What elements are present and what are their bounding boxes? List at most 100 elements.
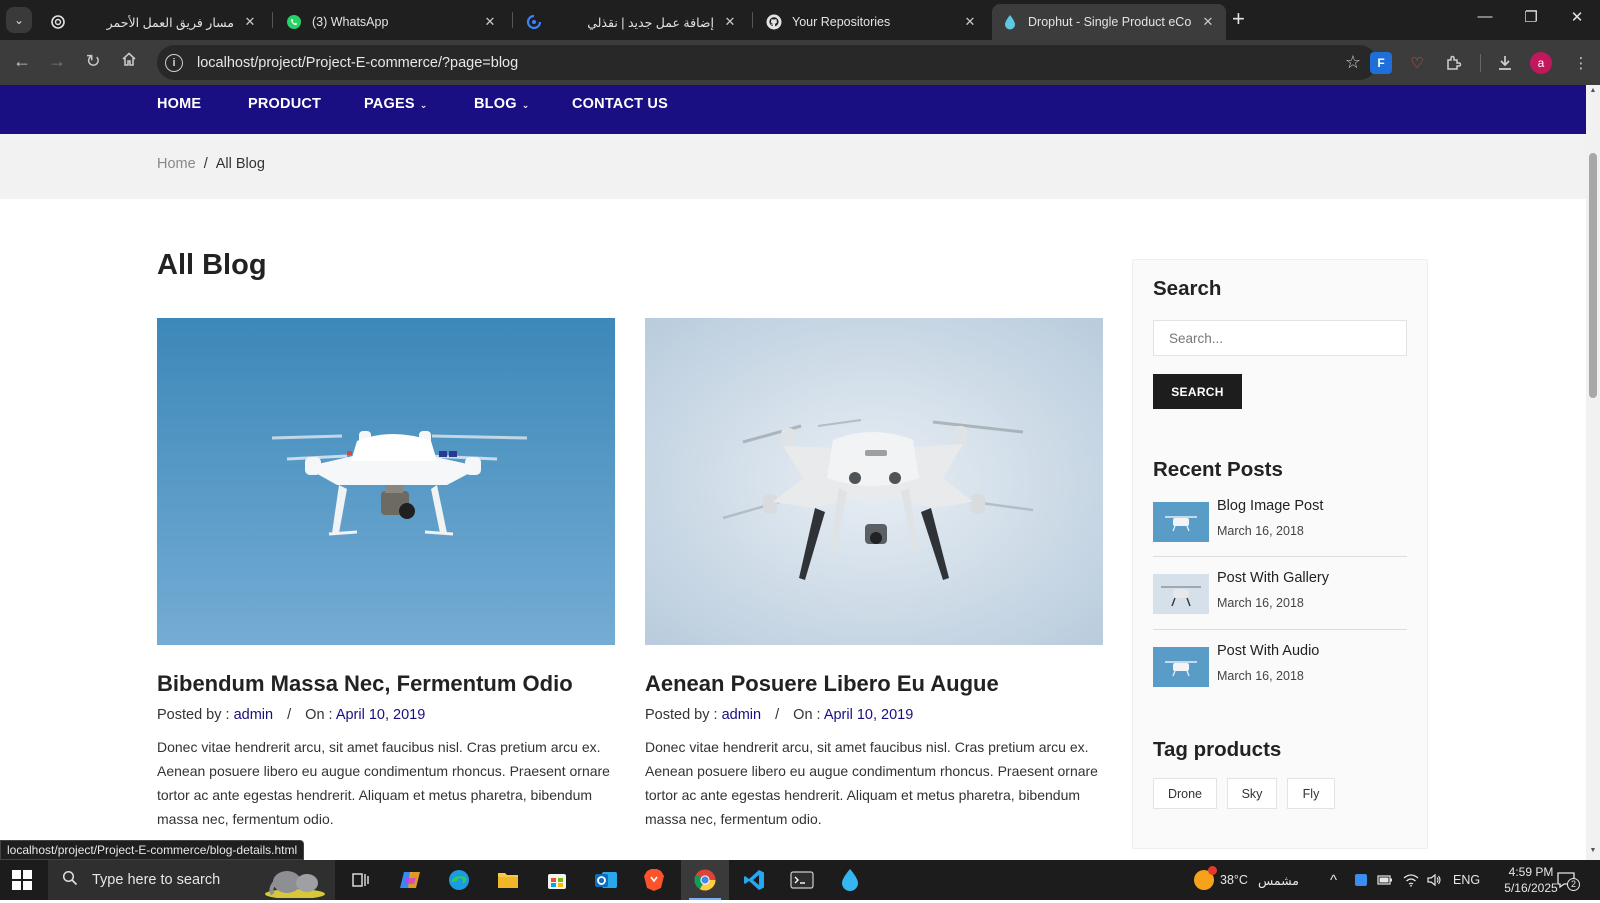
microsoft-store-icon[interactable] bbox=[543, 866, 571, 894]
scrollbar-thumb[interactable] bbox=[1589, 153, 1597, 398]
recent-post-title[interactable]: Blog Image Post bbox=[1217, 498, 1323, 514]
close-tab-icon[interactable]: ✕ bbox=[242, 14, 258, 30]
weather-widget[interactable]: 38°C مشمس bbox=[1194, 860, 1299, 900]
browser-tab-active[interactable]: Drophut - Single Product eCom ✕ bbox=[992, 4, 1226, 40]
breadcrumb-separator: / bbox=[203, 156, 208, 172]
recent-post-item[interactable]: Post With Gallery March 16, 2018 bbox=[1153, 570, 1407, 644]
post-author-link[interactable]: admin bbox=[234, 707, 274, 723]
url-text[interactable]: localhost/project/Project-E-commerce/?pa… bbox=[197, 55, 1345, 71]
post-date-link[interactable]: April 10, 2019 bbox=[336, 707, 425, 723]
on-label: On : bbox=[305, 707, 333, 723]
browser-menu-icon[interactable]: ⋮ bbox=[1570, 52, 1592, 74]
wifi-icon[interactable] bbox=[1403, 860, 1419, 900]
page-scrollbar[interactable]: ▲ ▼ bbox=[1586, 85, 1600, 860]
tag-drone[interactable]: Drone bbox=[1153, 778, 1217, 809]
notification-count-badge: 2 bbox=[1567, 878, 1580, 891]
scroll-down-icon[interactable]: ▼ bbox=[1589, 847, 1597, 854]
bookmark-star-icon[interactable]: ☆ bbox=[1345, 52, 1361, 73]
nav-contact-us[interactable]: CONTACT US bbox=[572, 96, 668, 112]
scroll-up-icon[interactable]: ▲ bbox=[1589, 87, 1597, 94]
recent-post-item[interactable]: Blog Image Post March 16, 2018 bbox=[1153, 498, 1407, 572]
post-title-link[interactable]: Bibendum Massa Nec, Fermentum Odio bbox=[157, 671, 615, 697]
brave-icon[interactable] bbox=[640, 866, 668, 894]
windows-start-icon[interactable] bbox=[12, 870, 32, 890]
nav-product[interactable]: PRODUCT bbox=[248, 96, 321, 112]
close-tab-icon[interactable]: ✕ bbox=[482, 14, 498, 30]
nav-blog[interactable]: BLOG ⌄ bbox=[474, 96, 529, 112]
profile-avatar[interactable]: a bbox=[1530, 52, 1552, 74]
tag-products-heading: Tag products bbox=[1153, 738, 1282, 761]
blog-sidebar: Search SEARCH Recent Posts Blog Image Po… bbox=[1132, 259, 1428, 849]
copilot-icon[interactable] bbox=[396, 866, 424, 894]
breadcrumb-home-link[interactable]: Home bbox=[157, 156, 196, 172]
show-hidden-icons-button[interactable]: ^ bbox=[1330, 860, 1337, 900]
tab-search-button[interactable]: ⌄ bbox=[6, 7, 32, 33]
outlook-icon[interactable] bbox=[592, 866, 620, 894]
recent-post-title[interactable]: Post With Gallery bbox=[1217, 570, 1329, 586]
forward-button[interactable]: → bbox=[45, 51, 69, 72]
battery-icon[interactable] bbox=[1377, 860, 1393, 900]
droplet-app-icon[interactable] bbox=[836, 866, 864, 894]
extensions-puzzle-icon[interactable] bbox=[1443, 52, 1465, 74]
downloads-icon[interactable] bbox=[1494, 52, 1516, 74]
extension-f-icon[interactable]: F bbox=[1370, 52, 1392, 74]
nav-home[interactable]: HOME bbox=[157, 96, 201, 112]
reload-button[interactable]: ↻ bbox=[81, 51, 105, 72]
input-language[interactable]: ENG bbox=[1453, 860, 1480, 900]
browser-tab[interactable]: Your Repositories ✕ bbox=[756, 4, 988, 40]
recent-post-title[interactable]: Post With Audio bbox=[1217, 643, 1319, 659]
restore-button[interactable]: ❐ bbox=[1508, 8, 1554, 26]
close-tab-icon[interactable]: ✕ bbox=[962, 14, 978, 30]
tag-fly[interactable]: Fly bbox=[1287, 778, 1335, 809]
file-explorer-icon[interactable] bbox=[494, 866, 522, 894]
arrow-left-icon: ← bbox=[13, 51, 31, 71]
minimize-button[interactable]: — bbox=[1462, 8, 1508, 25]
new-tab-button[interactable]: + bbox=[1232, 8, 1245, 30]
close-window-button[interactable]: ✕ bbox=[1554, 8, 1600, 26]
browser-tab[interactable]: (3) WhatsApp ✕ bbox=[276, 4, 508, 40]
terminal-icon[interactable] bbox=[788, 866, 816, 894]
tab-divider bbox=[272, 12, 273, 28]
recent-post-thumbnail[interactable] bbox=[1153, 574, 1209, 614]
notifications-button[interactable]: 2 bbox=[1556, 860, 1580, 900]
breadcrumb-current: All Blog bbox=[215, 156, 265, 172]
recent-post-item[interactable]: Post With Audio March 16, 2018 bbox=[1153, 643, 1407, 717]
browser-tab[interactable]: مسار فريق العمل الأحمر ✕ bbox=[40, 4, 268, 40]
vscode-icon[interactable] bbox=[740, 866, 768, 894]
drone-grey-sky-image[interactable] bbox=[645, 318, 1103, 645]
heart-extension-icon[interactable]: ♡ bbox=[1406, 52, 1428, 74]
close-tab-icon[interactable]: ✕ bbox=[1200, 14, 1216, 30]
sidebar-search-input[interactable] bbox=[1153, 320, 1407, 356]
sidebar-search-button[interactable]: SEARCH bbox=[1153, 374, 1242, 409]
post-author-link[interactable]: admin bbox=[722, 707, 762, 723]
meta-separator: / bbox=[287, 707, 292, 723]
chrome-icon[interactable] bbox=[691, 866, 719, 894]
drone-blue-sky-image[interactable] bbox=[157, 318, 615, 645]
recent-post-thumbnail[interactable] bbox=[1153, 502, 1209, 542]
search-icon bbox=[62, 870, 78, 891]
browser-tab[interactable]: إضافة عمل جديد | نقذلي ✕ bbox=[516, 4, 748, 40]
recent-posts-heading: Recent Posts bbox=[1153, 458, 1283, 481]
post-title-link[interactable]: Aenean Posuere Libero Eu Augue bbox=[645, 671, 1103, 697]
whatsapp-icon bbox=[286, 14, 302, 30]
post-meta: Posted by : admin / On : April 10, 2019 bbox=[157, 707, 615, 723]
tag-sky[interactable]: Sky bbox=[1227, 778, 1277, 809]
taskbar-search-box[interactable]: Type here to search bbox=[48, 860, 335, 900]
site-info-icon[interactable]: i bbox=[165, 53, 183, 72]
tab-title: Drophut - Single Product eCom bbox=[1028, 15, 1192, 29]
home-button[interactable] bbox=[117, 51, 141, 72]
close-tab-icon[interactable]: ✕ bbox=[722, 14, 738, 30]
task-view-icon[interactable] bbox=[346, 866, 374, 894]
post-meta: Posted by : admin / On : April 10, 2019 bbox=[645, 707, 1103, 723]
back-button[interactable]: ← bbox=[10, 51, 34, 72]
address-bar[interactable]: i localhost/project/Project-E-commerce/?… bbox=[157, 45, 1377, 80]
post-date-link[interactable]: April 10, 2019 bbox=[824, 707, 913, 723]
browser-tab-strip: ⌄ مسار فريق العمل الأحمر ✕ (3) WhatsApp … bbox=[0, 0, 1600, 40]
nav-pages[interactable]: PAGES ⌄ bbox=[364, 96, 427, 112]
volume-icon[interactable] bbox=[1426, 860, 1442, 900]
edge-icon[interactable] bbox=[445, 866, 473, 894]
recent-post-thumbnail[interactable] bbox=[1153, 647, 1209, 687]
tray-app-icon[interactable] bbox=[1355, 860, 1367, 900]
divider bbox=[1153, 556, 1407, 557]
main-navigation: HOME PRODUCT PAGES ⌄ BLOG ⌄ CONTACT US bbox=[0, 85, 1586, 134]
